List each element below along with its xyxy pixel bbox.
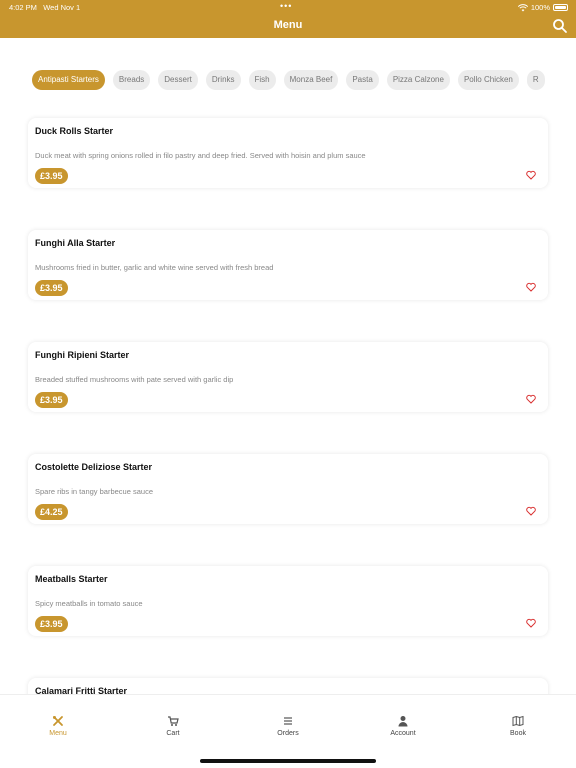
category-chip[interactable]: Dessert [158,70,198,90]
status-bar: 4:02 PM Wed Nov 1 ••• 100% [0,0,576,14]
tab-label: Cart [166,730,180,737]
status-time: 4:02 PM Wed Nov 1 [9,3,80,12]
item-name: Funghi Alla Starter [35,238,116,248]
price-badge: £3.95 [35,280,68,296]
tab-label: Book [510,730,526,737]
category-chip[interactable]: Breads [112,70,151,90]
item-description: Spare ribs in tangy barbecue sauce [35,487,153,496]
category-chip[interactable]: Drinks [205,70,241,90]
list-icon [284,717,292,725]
bottom-tab-bar: Menu Cart Orders Account Book [0,694,576,768]
wifi-icon [517,3,528,11]
menu-item-card[interactable]: Funghi Alla Starter Mushrooms fried in b… [28,230,548,300]
price-badge: £4.25 [35,504,68,520]
category-chip[interactable]: R [526,70,545,90]
tab-menu[interactable]: Menu [18,715,98,737]
battery-icon [553,4,568,11]
item-name: Funghi Ripieni Starter [35,350,130,360]
heart-icon[interactable] [526,506,536,516]
category-tabs[interactable]: Antipasti Starters Breads Dessert Drinks… [32,70,548,90]
item-name: Costolette Deliziose Starter [35,462,153,472]
tab-label: Account [390,730,416,737]
item-description: Mushrooms fried in butter, garlic and wh… [35,263,274,272]
tab-cart[interactable]: Cart [133,715,213,737]
app-header: 4:02 PM Wed Nov 1 ••• 100% Menu [0,0,576,38]
search-icon[interactable] [552,18,568,34]
category-chip[interactable]: Antipasti Starters [32,70,105,90]
menu-item-card[interactable]: Meatballs Starter Spicy meatballs in tom… [28,566,548,636]
item-description: Breaded stuffed mushrooms with pate serv… [35,375,234,384]
heart-icon[interactable] [526,618,536,628]
tab-book[interactable]: Book [478,715,558,737]
price-badge: £3.95 [35,392,68,408]
multitask-dots-icon[interactable]: ••• [280,1,292,11]
category-chip[interactable]: Pizza Calzone [386,70,450,90]
menu-item-card[interactable]: Funghi Ripieni Starter Breaded stuffed m… [28,342,548,412]
status-date-text: Wed Nov 1 [43,3,81,12]
item-description: Duck meat with spring onions rolled in f… [35,151,366,160]
category-chip[interactable]: Fish [248,70,276,90]
tab-label: Orders [277,730,299,737]
battery-percent: 100% [530,3,550,12]
map-icon [512,715,524,727]
item-description: Spicy meatballs in tomato sauce [35,599,143,608]
heart-icon[interactable] [526,282,536,292]
category-chip[interactable]: Pasta [346,70,379,90]
category-chip[interactable]: Pollo Chicken [457,70,519,90]
page-title: Menu [273,19,303,31]
utensils-icon [53,716,63,726]
price-badge: £3.95 [35,168,68,184]
price-badge: £3.95 [35,616,68,632]
home-indicator [200,759,376,763]
person-icon [398,716,408,727]
status-right: 100% [517,3,568,12]
heart-icon[interactable] [526,170,536,180]
tab-account[interactable]: Account [363,715,443,737]
tab-label: Menu [49,730,67,737]
cart-icon [168,716,179,726]
status-time-text: 4:02 PM [9,3,37,12]
category-chip[interactable]: Monza Beef [283,70,339,90]
menu-item-card[interactable]: Costolette Deliziose Starter Spare ribs … [28,454,548,524]
tab-orders[interactable]: Orders [248,715,328,737]
menu-item-card[interactable]: Duck Rolls Starter Duck meat with spring… [28,118,548,188]
item-name: Meatballs Starter [35,574,108,584]
heart-icon[interactable] [526,394,536,404]
item-name: Duck Rolls Starter [35,126,114,136]
